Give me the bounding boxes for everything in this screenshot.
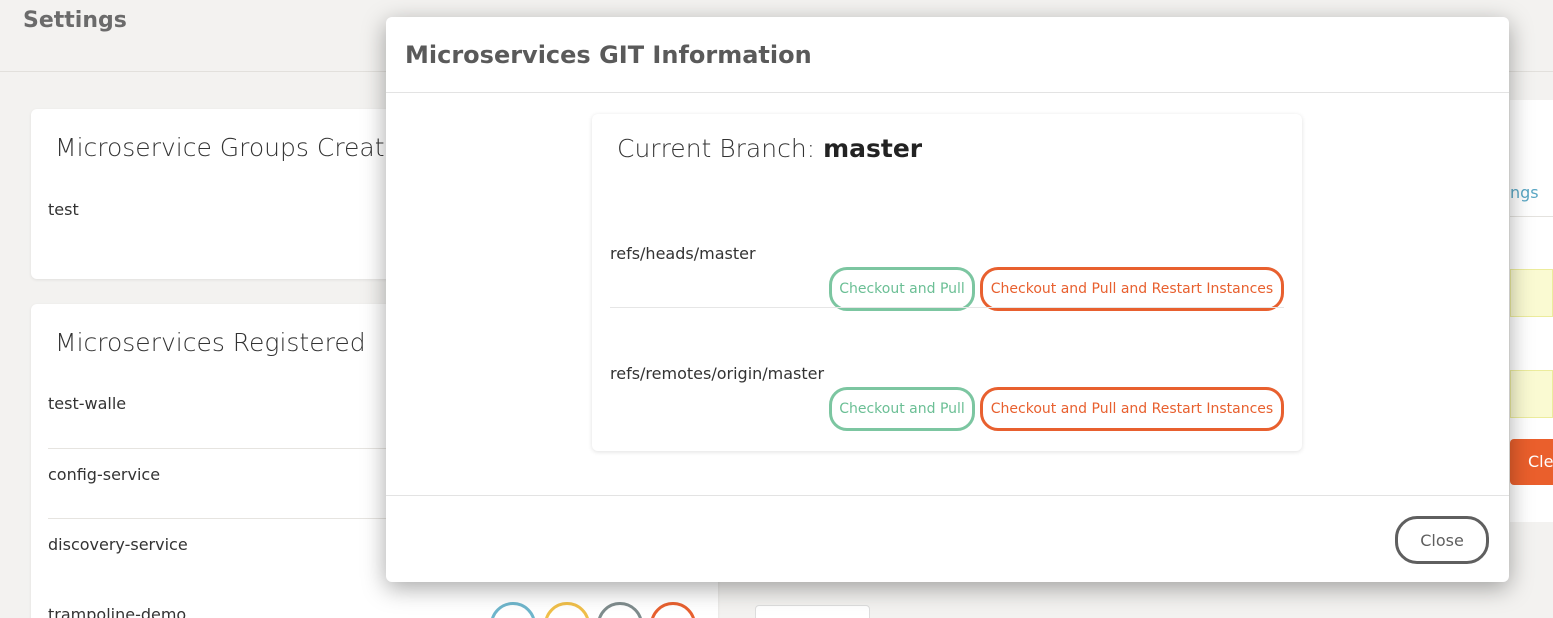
clear-button[interactable]: Cle — [1510, 439, 1553, 485]
branch-card: Current Branch: master refs/heads/master… — [592, 114, 1302, 451]
settings-link[interactable]: ngs — [1510, 183, 1539, 202]
groups-card: Microservice Groups Created test — [31, 109, 431, 279]
group-item[interactable]: test — [48, 200, 79, 219]
current-branch-name: master — [823, 134, 923, 163]
current-branch-heading: Current Branch: master — [617, 134, 922, 163]
clear-button-label: Cle — [1528, 452, 1553, 471]
ref-divider — [610, 307, 1284, 308]
delete-circle-button[interactable] — [650, 602, 696, 618]
checkout-pull-button[interactable]: Checkout and Pull — [829, 387, 975, 431]
checkout-pull-restart-button[interactable]: Checkout and Pull and Restart Instances — [980, 267, 1284, 311]
warning-box — [1510, 370, 1553, 418]
warning-box — [1510, 269, 1553, 317]
current-branch-label: Current Branch: — [617, 134, 816, 163]
warning-circle-button[interactable] — [544, 602, 590, 618]
settings-circle-button[interactable] — [597, 602, 643, 618]
ref-name: refs/remotes/origin/master — [610, 364, 825, 383]
microservice-item[interactable]: config-service — [48, 465, 160, 484]
microservice-item[interactable]: discovery-service — [48, 535, 188, 554]
modal-footer: Close — [386, 495, 1509, 582]
microservice-item[interactable]: trampoline-demo — [48, 605, 186, 618]
git-info-modal: Microservices GIT Information Current Br… — [386, 17, 1509, 582]
page-title: Settings — [23, 8, 127, 33]
small-input[interactable] — [755, 605, 870, 618]
ref-row: refs/heads/master Checkout and Pull Chec… — [610, 244, 1284, 344]
microservice-item[interactable]: test-walle — [48, 394, 126, 413]
microservices-card-title: Microservices Registered — [55, 328, 366, 357]
right-divider — [1510, 216, 1553, 217]
ref-row: refs/remotes/origin/master Checkout and … — [610, 364, 1284, 464]
checkout-pull-restart-button[interactable]: Checkout and Pull and Restart Instances — [980, 387, 1284, 431]
modal-header: Microservices GIT Information — [386, 17, 1509, 93]
close-button[interactable]: Close — [1395, 516, 1489, 564]
info-circle-button[interactable] — [490, 602, 536, 618]
ref-name: refs/heads/master — [610, 244, 756, 263]
checkout-pull-button[interactable]: Checkout and Pull — [829, 267, 975, 311]
groups-card-title: Microservice Groups Created — [55, 133, 416, 162]
modal-title: Microservices GIT Information — [405, 41, 812, 69]
